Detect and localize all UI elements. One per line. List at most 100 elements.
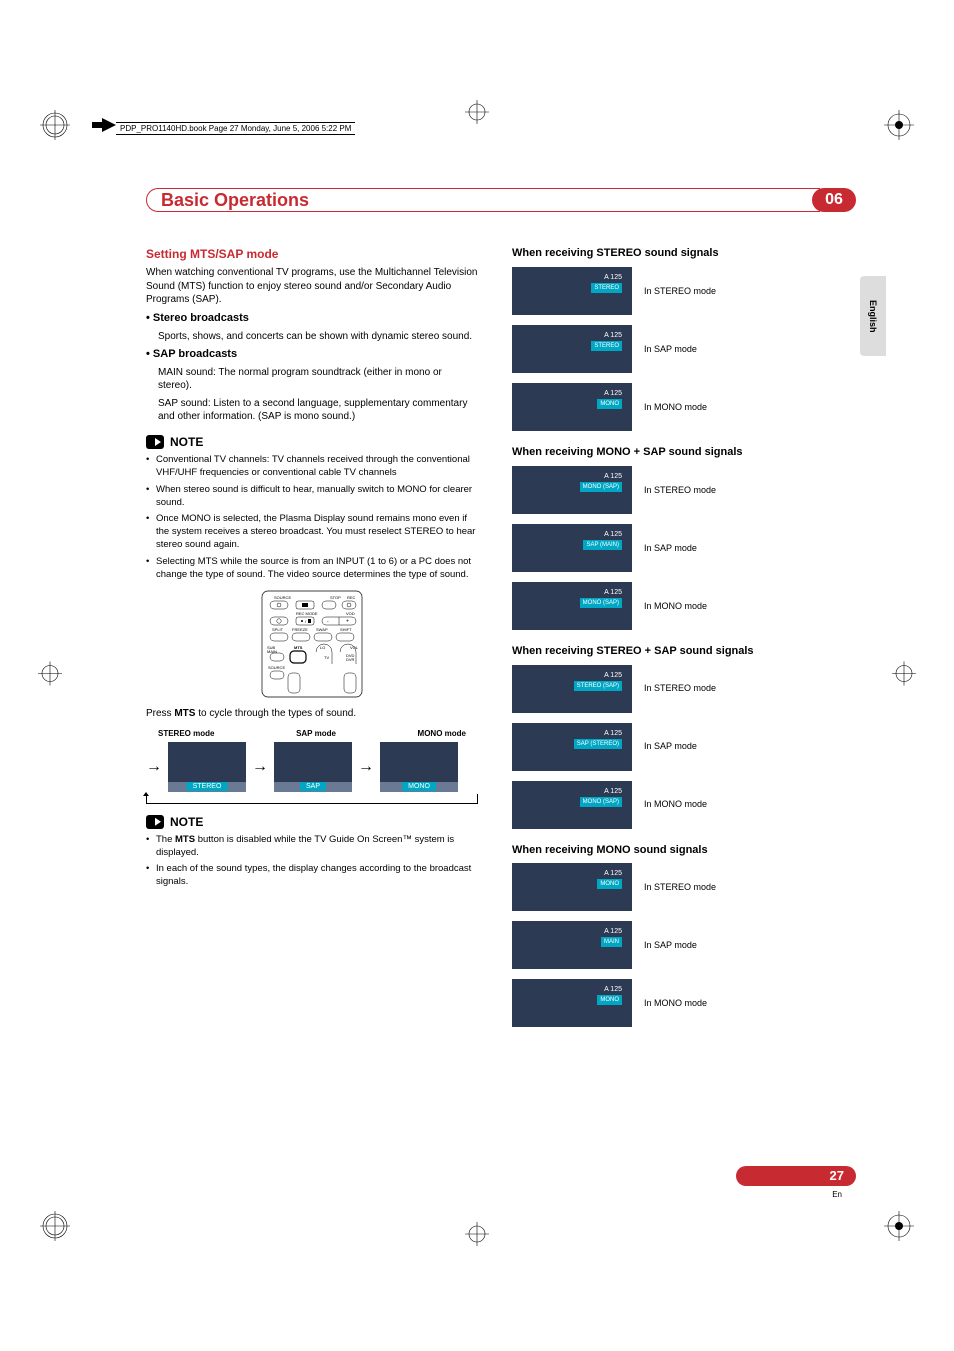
display-mode-label: In STEREO mode bbox=[644, 484, 716, 496]
channel-label: A 125 bbox=[604, 927, 622, 936]
display-mode-label: In SAP mode bbox=[644, 343, 697, 355]
mode-tag: MONO bbox=[402, 782, 436, 791]
tv-preview: STEREO bbox=[168, 742, 246, 792]
cycle-label: STEREO mode bbox=[158, 729, 214, 740]
crop-mark-icon bbox=[465, 100, 489, 129]
svg-text:REC: REC bbox=[347, 595, 356, 600]
display-preview: A 125MONO bbox=[512, 863, 632, 911]
return-arrow-icon bbox=[146, 794, 478, 804]
mts-label: MTS bbox=[174, 708, 195, 719]
display-row: A 125SAP (STEREO) In SAP mode bbox=[512, 723, 844, 771]
pointer-icon bbox=[92, 118, 116, 132]
svg-text:SPLIT: SPLIT bbox=[272, 627, 284, 632]
display-row: A 125STEREOIn STEREO mode bbox=[512, 267, 844, 315]
display-row: A 125MONO In MONO mode bbox=[512, 979, 844, 1027]
tv-preview: MONO bbox=[380, 742, 458, 792]
note-icon bbox=[146, 435, 164, 449]
svg-text:+: + bbox=[346, 619, 349, 625]
sound-badge: SAP (STEREO) bbox=[574, 739, 622, 749]
display-row: A 125MONO (SAP) In MONO mode bbox=[512, 582, 844, 630]
display-preview: A 125MONO bbox=[512, 383, 632, 431]
rc-section-title: When receiving STEREO + SAP sound signal… bbox=[512, 644, 844, 659]
tv-preview: SAP bbox=[274, 742, 352, 792]
note-list: Conventional TV channels: TV channels re… bbox=[146, 454, 478, 581]
svg-text:SWAP: SWAP bbox=[316, 627, 328, 632]
subheading-stereo: Stereo broadcasts bbox=[146, 311, 478, 326]
display-preview: A 125STEREO bbox=[512, 267, 632, 315]
svg-text:REC MODE: REC MODE bbox=[296, 611, 318, 616]
cycle-label: MONO mode bbox=[418, 729, 466, 740]
left-column: Setting MTS/SAP mode When watching conve… bbox=[146, 246, 478, 1037]
channel-label: A 125 bbox=[604, 729, 622, 738]
sound-badge: MONO bbox=[597, 995, 622, 1005]
note-item: When stereo sound is difficult to hear, … bbox=[146, 484, 478, 510]
subheading-sap: SAP broadcasts bbox=[146, 347, 478, 362]
display-row: A 125MAINIn SAP mode bbox=[512, 921, 844, 969]
channel-label: A 125 bbox=[604, 588, 622, 597]
sound-badge: MONO (SAP) bbox=[580, 482, 622, 492]
header-meta: PDP_PRO1140HD.book Page 27 Monday, June … bbox=[116, 122, 355, 135]
channel-label: A 125 bbox=[604, 389, 622, 398]
display-preview: A 125MONO bbox=[512, 979, 632, 1027]
crop-mark-icon bbox=[465, 1222, 489, 1251]
svg-text:MTS: MTS bbox=[294, 645, 303, 650]
channel-label: A 125 bbox=[604, 273, 622, 282]
cycle-label: SAP mode bbox=[296, 729, 336, 740]
note-item: Conventional TV channels: TV channels re… bbox=[146, 454, 478, 480]
display-mode-label: In MONO mode bbox=[644, 798, 707, 810]
sound-badge: MONO bbox=[597, 879, 622, 889]
display-row: A 125SAP (MAIN)In SAP mode bbox=[512, 524, 844, 572]
note-header: NOTE bbox=[146, 814, 478, 830]
language-tab: English bbox=[860, 276, 886, 356]
display-preview: A 125MONO (SAP) bbox=[512, 582, 632, 630]
svg-text:SHIFT: SHIFT bbox=[340, 627, 352, 632]
note-label: NOTE bbox=[170, 814, 203, 830]
content: Setting MTS/SAP mode When watching conve… bbox=[146, 246, 844, 1037]
channel-label: A 125 bbox=[604, 869, 622, 878]
body-text: Sports, shows, and concerts can be shown… bbox=[146, 330, 478, 344]
mts-label: MTS bbox=[175, 834, 195, 845]
sound-badge: MONO bbox=[597, 399, 622, 409]
display-mode-label: In MONO mode bbox=[644, 997, 707, 1009]
display-mode-label: In SAP mode bbox=[644, 939, 697, 951]
intro-paragraph: When watching conventional TV programs, … bbox=[146, 266, 478, 307]
sound-badge: STEREO bbox=[591, 283, 622, 293]
display-mode-label: In SAP mode bbox=[644, 740, 697, 752]
display-row: A 125STEREO In SAP mode bbox=[512, 325, 844, 373]
chapter-number: 06 bbox=[812, 188, 856, 212]
sound-badge: MONO (SAP) bbox=[580, 797, 622, 807]
display-row: A 125STEREO (SAP)In STEREO mode bbox=[512, 665, 844, 713]
remote-illustration: SOURCE STOP REC REC MODE VOD / -+ SPLIT … bbox=[252, 589, 372, 699]
crop-mark-icon bbox=[884, 110, 914, 140]
page-number: 27 bbox=[830, 1168, 844, 1183]
body-text: SAP sound: Listen to a second language, … bbox=[146, 397, 478, 424]
crop-mark-icon bbox=[40, 1211, 70, 1241]
note-header: NOTE bbox=[146, 434, 478, 450]
text: to cycle through the types of sound. bbox=[195, 708, 356, 719]
channel-label: A 125 bbox=[604, 331, 622, 340]
chapter-bar: Basic Operations 06 bbox=[146, 188, 856, 212]
note-label: NOTE bbox=[170, 434, 203, 450]
display-mode-label: In STEREO mode bbox=[644, 682, 716, 694]
footer-language: En bbox=[832, 1190, 842, 1199]
crop-mark-icon bbox=[40, 110, 70, 140]
display-preview: A 125SAP (MAIN) bbox=[512, 524, 632, 572]
display-row: A 125MONO (SAP)In STEREO mode bbox=[512, 466, 844, 514]
cycle-diagram: STEREO mode SAP mode MONO mode → STEREO … bbox=[146, 729, 478, 804]
display-mode-label: In MONO mode bbox=[644, 600, 707, 612]
channel-label: A 125 bbox=[604, 787, 622, 796]
arrow-right-icon: → bbox=[358, 756, 374, 778]
svg-text:FREEZE: FREEZE bbox=[292, 627, 308, 632]
document-page: PDP_PRO1140HD.book Page 27 Monday, June … bbox=[0, 0, 954, 1351]
display-preview: A 125MONO (SAP) bbox=[512, 781, 632, 829]
display-row: A 125MONOIn MONO mode bbox=[512, 383, 844, 431]
rc-section-title: When receiving STEREO sound signals bbox=[512, 246, 844, 261]
crop-mark-icon bbox=[892, 661, 916, 690]
channel-label: A 125 bbox=[604, 530, 622, 539]
display-preview: A 125STEREO bbox=[512, 325, 632, 373]
display-mode-label: In STEREO mode bbox=[644, 881, 716, 893]
rc-section-title: When receiving MONO sound signals bbox=[512, 843, 844, 858]
note-item: In each of the sound types, the display … bbox=[146, 863, 478, 889]
sound-badge: STEREO (SAP) bbox=[574, 681, 622, 691]
crop-mark-icon bbox=[38, 661, 62, 690]
